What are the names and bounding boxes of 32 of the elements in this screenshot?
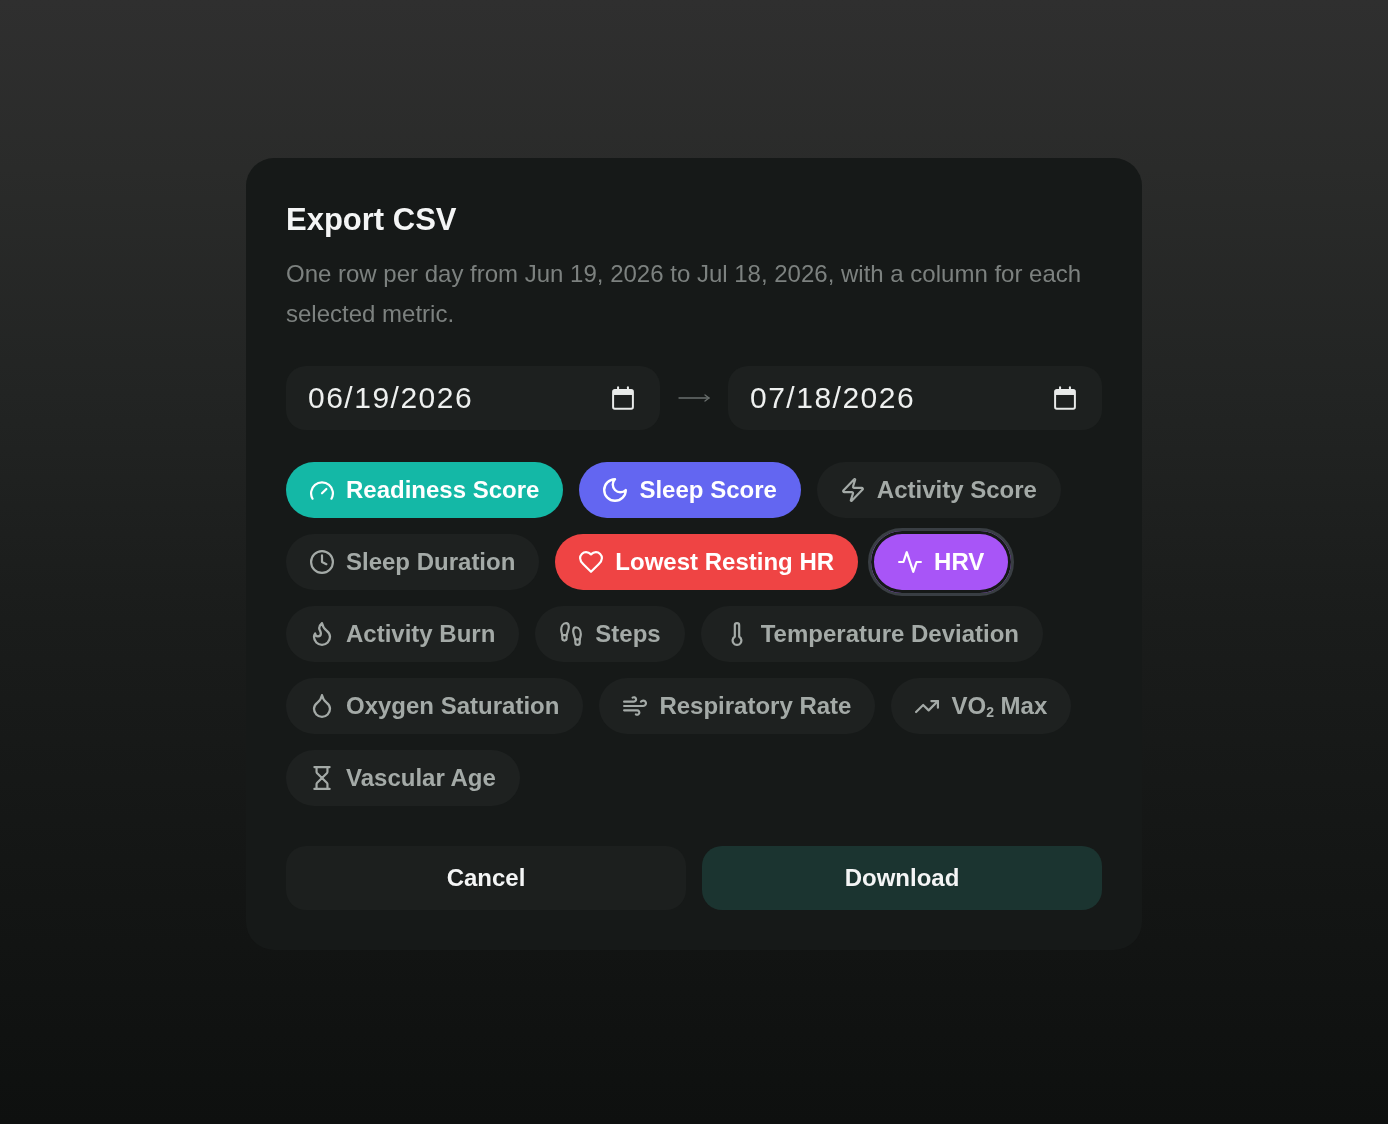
arrow-right-icon bbox=[678, 394, 710, 402]
heart-icon bbox=[579, 550, 604, 574]
wind-icon bbox=[623, 694, 648, 718]
metric-chip[interactable]: Temperature Deviation bbox=[700, 606, 1043, 662]
footprints-icon bbox=[559, 622, 584, 646]
metric-chip[interactable]: HRV bbox=[868, 528, 1015, 596]
flame-icon bbox=[310, 622, 334, 646]
hourglass-icon bbox=[310, 766, 334, 790]
dialog-title: Export CSV bbox=[286, 201, 458, 239]
dialog-description: One row per day from Jun 19, 2026 to Jul 18, 2026, with a column for each selected metric. bbox=[286, 259, 1083, 329]
metric-chip[interactable]: VO$_{2}$ Max bbox=[891, 678, 1072, 734]
clock-icon bbox=[310, 550, 334, 574]
moon-icon bbox=[603, 478, 628, 502]
metric-chip[interactable]: Respiratory Rate bbox=[599, 678, 876, 734]
cancel-button[interactable]: Cancel bbox=[286, 846, 686, 910]
calendar-icon bbox=[612, 386, 634, 410]
metric-chip[interactable]: Sleep Score bbox=[579, 462, 801, 518]
pulse-icon bbox=[898, 550, 923, 574]
download-button[interactable]: Download bbox=[702, 846, 1102, 910]
metric-chip[interactable]: Lowest Resting HR bbox=[555, 534, 859, 590]
start-date-field[interactable]: 06/19/2026 bbox=[286, 366, 660, 430]
metric-chip[interactable]: Steps bbox=[535, 606, 685, 662]
droplet-icon bbox=[310, 694, 334, 718]
end-date-field[interactable]: 07/18/2026 bbox=[728, 366, 1102, 430]
metric-chip[interactable]: Activity Burn bbox=[286, 606, 520, 662]
metric-chip[interactable]: Oxygen Saturation bbox=[286, 678, 584, 734]
metric-chip[interactable]: Vascular Age bbox=[286, 750, 520, 806]
lightning-icon bbox=[840, 478, 865, 502]
metric-chip[interactable]: Activity Score bbox=[816, 462, 1061, 518]
metric-chip[interactable]: Sleep Duration bbox=[286, 534, 540, 590]
gauge-icon bbox=[310, 478, 334, 502]
calendar-icon bbox=[1054, 386, 1076, 410]
